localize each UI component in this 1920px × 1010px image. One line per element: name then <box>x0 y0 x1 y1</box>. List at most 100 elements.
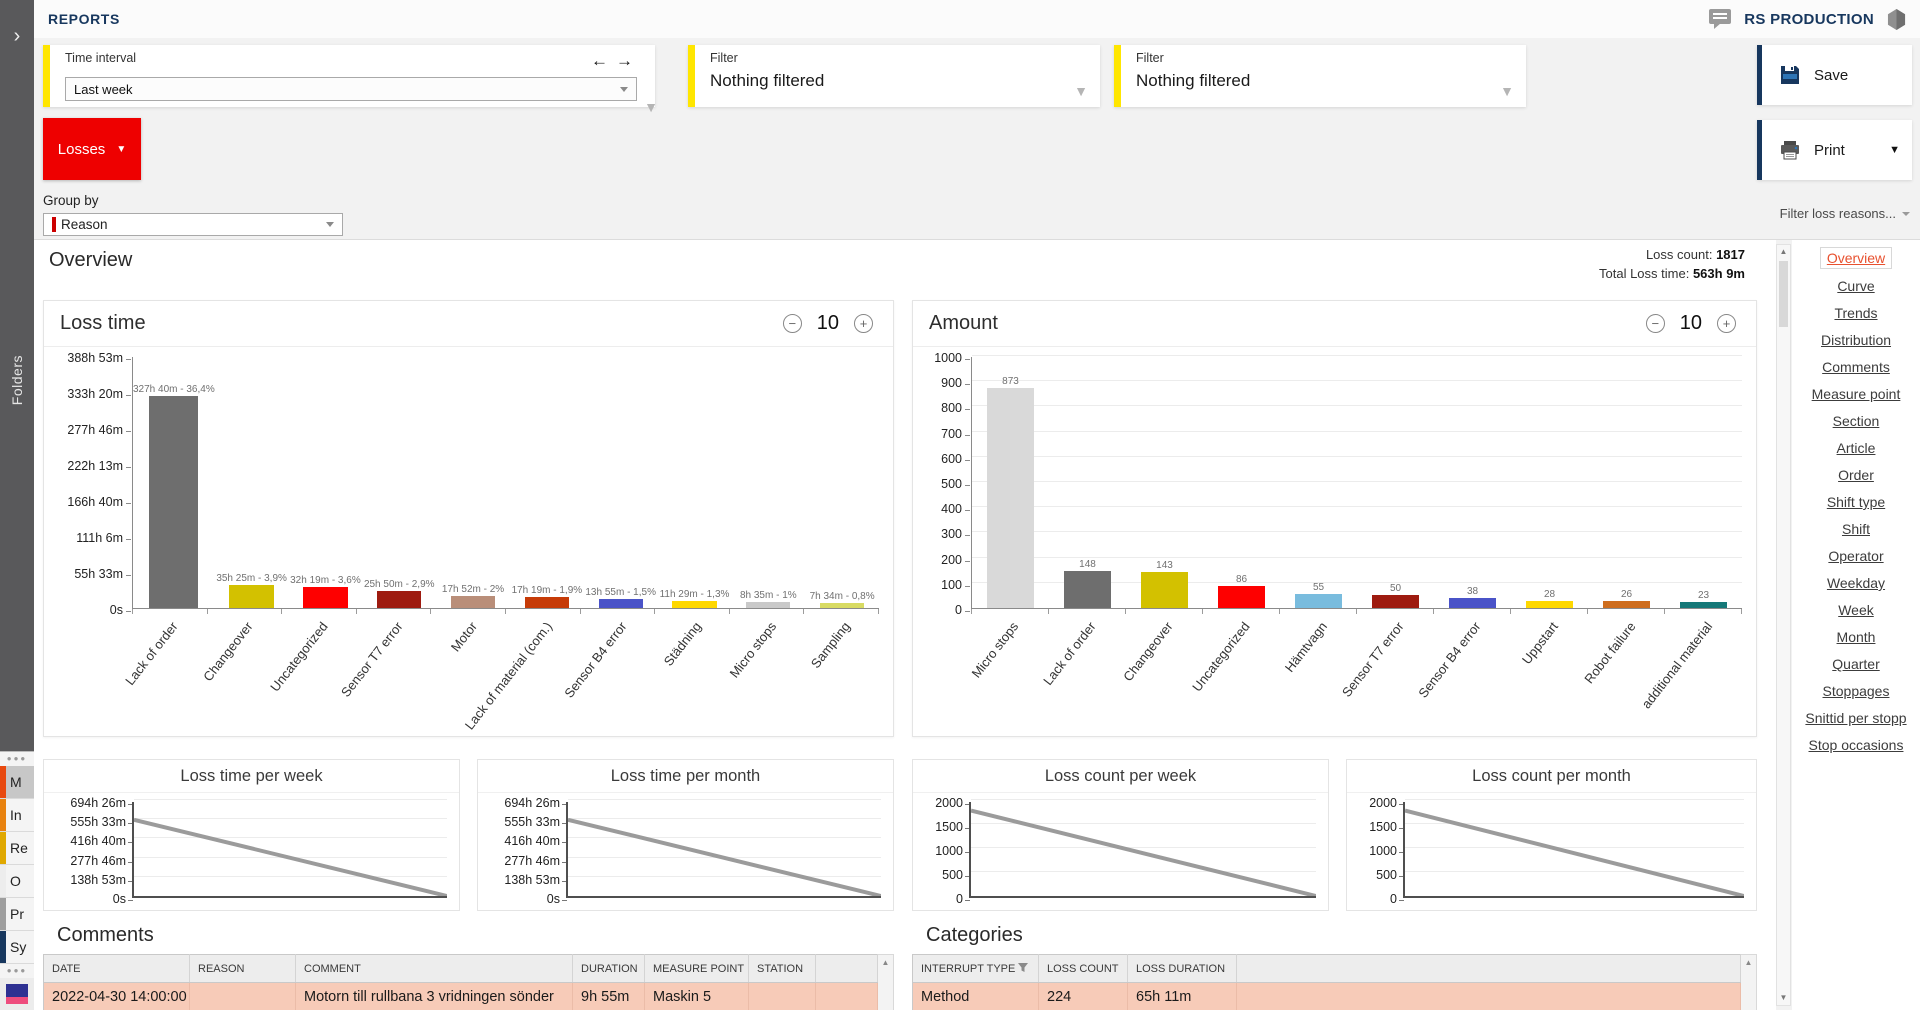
interval-back-forward-arrows[interactable]: ←→ <box>591 51 641 71</box>
decrease-limit-button[interactable]: − <box>1646 314 1665 333</box>
nav-item-quarter[interactable]: Quarter <box>1826 654 1885 674</box>
increase-limit-button[interactable]: + <box>1717 314 1736 333</box>
y-axis-tick-label: 0 <box>955 603 962 617</box>
decrease-limit-button[interactable]: − <box>783 314 802 333</box>
bar-column: 35h 25m - 3,9% <box>215 357 289 608</box>
chart-title: Amount <box>929 312 1646 335</box>
filter-card-1[interactable]: Filter Nothing filtered ▼ <box>688 45 1100 107</box>
nav-item-distribution[interactable]: Distribution <box>1815 330 1897 350</box>
nav-item-week[interactable]: Week <box>1832 600 1880 620</box>
print-button[interactable]: Print ▼ <box>1757 120 1912 180</box>
x-axis-labels: Micro stopsLack of orderChangeoverUncate… <box>971 616 1742 732</box>
table-row[interactable]: Method22465h 11m <box>913 983 1741 1010</box>
filter-loss-reasons-dropdown[interactable]: Filter loss reasons... <box>1780 206 1910 221</box>
card-resize-icon[interactable]: ▼ <box>644 99 658 115</box>
y-axis-tick-label: 388h 53m <box>67 351 123 365</box>
y-axis-tick-label: 555h 33m <box>70 815 126 829</box>
chat-icon[interactable] <box>1709 9 1731 29</box>
column-header[interactable]: COMMENT <box>296 955 573 983</box>
nav-item-shift-type[interactable]: Shift type <box>1821 492 1891 512</box>
nav-item-measure-point[interactable]: Measure point <box>1806 384 1907 404</box>
bar[interactable] <box>303 587 347 608</box>
column-header[interactable]: LOSS COUNT <box>1039 955 1128 983</box>
scroll-down-icon[interactable]: ▼ <box>1777 991 1790 1005</box>
chevron-down-icon: ▼ <box>1889 144 1900 156</box>
column-header[interactable]: DURATION <box>573 955 645 983</box>
drag-dots-icon[interactable]: ●●● <box>0 964 34 978</box>
nav-item-stop-occasions[interactable]: Stop occasions <box>1803 735 1910 755</box>
nav-item-overview[interactable]: Overview <box>1820 247 1892 269</box>
increase-limit-button[interactable]: + <box>854 314 873 333</box>
bar-column: 7h 34m - 0,8% <box>805 357 879 608</box>
x-axis-label: additional material <box>1665 616 1742 732</box>
bar[interactable] <box>1680 602 1726 608</box>
app-shortcut-in[interactable]: In <box>0 799 34 832</box>
nav-item-trends[interactable]: Trends <box>1828 303 1883 323</box>
nav-item-comments[interactable]: Comments <box>1816 357 1896 377</box>
bar[interactable] <box>1218 586 1264 608</box>
bar[interactable] <box>1064 571 1110 608</box>
filter-card-2[interactable]: Filter Nothing filtered ▼ <box>1114 45 1526 107</box>
sidebar-expand-chevron-icon[interactable]: › <box>0 26 34 46</box>
x-axis-label: Lack of order <box>132 616 207 732</box>
column-header[interactable]: DATE <box>44 955 190 983</box>
bar[interactable] <box>1141 572 1187 608</box>
bar[interactable] <box>672 601 716 608</box>
table-row[interactable]: 2022-04-30 14:00:00Motorn till rullbana … <box>44 983 878 1010</box>
column-header[interactable] <box>1237 955 1741 983</box>
bar[interactable] <box>1603 601 1649 608</box>
nav-item-month[interactable]: Month <box>1831 627 1882 647</box>
gridline <box>971 799 1316 800</box>
bar[interactable] <box>1449 598 1495 608</box>
nav-item-weekday[interactable]: Weekday <box>1821 573 1891 593</box>
app-shortcut-sy[interactable]: Sy <box>0 931 34 964</box>
bar[interactable] <box>377 591 421 608</box>
nav-item-shift[interactable]: Shift <box>1836 519 1876 539</box>
losses-dropdown-button[interactable]: Losses▼ <box>43 118 141 180</box>
app-shortcut-o[interactable]: O <box>0 865 34 898</box>
bar[interactable] <box>451 596 495 608</box>
nav-item-order[interactable]: Order <box>1832 465 1880 485</box>
nav-item-snittid-per-stopp[interactable]: Snittid per stopp <box>1799 708 1912 728</box>
save-button[interactable]: Save <box>1757 45 1912 105</box>
nav-item-curve[interactable]: Curve <box>1831 276 1880 296</box>
group-by-select[interactable]: Reason <box>43 213 343 236</box>
bar[interactable] <box>229 585 273 608</box>
column-header[interactable]: MEASURE POINT <box>645 955 749 983</box>
column-header[interactable] <box>816 955 878 983</box>
scroll-up-icon[interactable]: ▲ <box>1777 245 1790 259</box>
filter-funnel-icon[interactable] <box>1015 963 1029 975</box>
app-shortcut-m[interactable]: M <box>0 766 34 799</box>
table-scrollbar[interactable]: ▲ <box>1741 954 1757 1010</box>
app-shortcut-re[interactable]: Re <box>0 832 34 865</box>
app-shortcut-pr[interactable]: Pr <box>0 898 34 931</box>
chevron-down-icon[interactable]: ▼ <box>1500 83 1514 99</box>
company-logo <box>0 978 34 1010</box>
nav-item-section[interactable]: Section <box>1827 411 1886 431</box>
bar[interactable] <box>599 599 643 608</box>
column-header[interactable]: LOSS DURATION <box>1128 955 1237 983</box>
nav-item-operator[interactable]: Operator <box>1822 546 1889 566</box>
time-interval-select[interactable]: Last week <box>65 77 637 101</box>
brand-logo-icon[interactable] <box>1887 9 1906 30</box>
bar[interactable] <box>820 603 864 608</box>
bar[interactable] <box>1295 594 1341 608</box>
column-header[interactable]: STATION <box>749 955 816 983</box>
column-header[interactable]: REASON <box>190 955 296 983</box>
bar[interactable] <box>149 396 198 608</box>
nav-item-stoppages[interactable]: Stoppages <box>1817 681 1896 701</box>
bar[interactable] <box>1372 595 1418 608</box>
y-axis-tick-label: 1500 <box>935 820 963 834</box>
table-cell: Method <box>913 983 1039 1010</box>
table-scrollbar[interactable]: ▲ <box>878 954 894 1010</box>
nav-item-article[interactable]: Article <box>1831 438 1882 458</box>
chevron-down-icon[interactable]: ▼ <box>1074 83 1088 99</box>
column-header[interactable]: INTERRUPT TYPE <box>913 955 1039 983</box>
bar[interactable] <box>746 602 790 608</box>
main-scrollbar[interactable]: ▲ ▼ <box>1776 244 1791 1006</box>
bar[interactable] <box>525 597 569 608</box>
drag-dots-icon[interactable]: ●●● <box>0 752 34 766</box>
bar[interactable] <box>1526 601 1572 608</box>
bar[interactable] <box>987 388 1033 608</box>
scrollbar-thumb[interactable] <box>1779 261 1788 327</box>
